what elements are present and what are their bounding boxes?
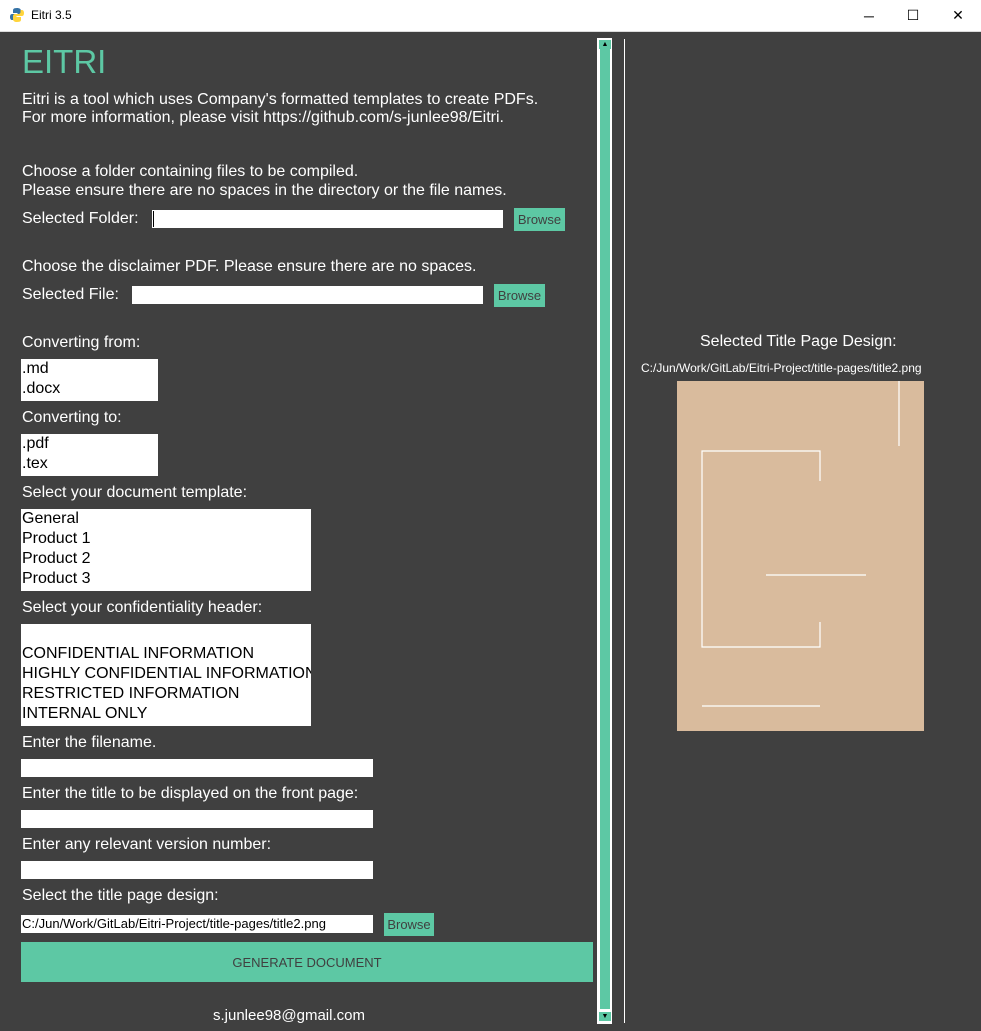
- selected-folder-field[interactable]: [152, 210, 503, 228]
- python-app-icon: [10, 8, 24, 22]
- preview-path: C:/Jun/Work/GitLab/Eitri-Project/title-p…: [641, 361, 922, 375]
- description-line-2: For more information, please visit https…: [22, 109, 504, 126]
- list-item[interactable]: HIGHLY CONFIDENTIAL INFORMATION: [21, 664, 311, 684]
- filename-label: Enter the filename.: [22, 734, 157, 751]
- browse-title-page-button[interactable]: Browse: [384, 913, 434, 936]
- list-item[interactable]: Product 3: [21, 569, 311, 589]
- list-item[interactable]: Product 1: [21, 529, 311, 549]
- list-item[interactable]: .pdf: [21, 434, 158, 454]
- scroll-up-arrow-icon[interactable]: ▲: [599, 40, 611, 49]
- list-item[interactable]: CONFIDENTIAL INFORMATION: [21, 644, 311, 664]
- browse-folder-button[interactable]: Browse: [514, 208, 565, 231]
- description-line-1: Eitri is a tool which uses Company's for…: [22, 91, 539, 108]
- selected-file-label: Selected File:: [22, 286, 119, 303]
- browse-file-button[interactable]: Browse: [494, 284, 545, 307]
- window-title: Eitri 3.5: [31, 8, 72, 22]
- version-label: Enter any relevant version number:: [22, 836, 272, 853]
- title-page-label: Select the title page design:: [22, 887, 219, 904]
- front-title-field[interactable]: [21, 810, 373, 828]
- list-item[interactable]: General: [21, 509, 311, 529]
- close-button[interactable]: ✕: [935, 0, 981, 31]
- list-item[interactable]: .tex: [21, 454, 158, 474]
- template-label: Select your document template:: [22, 484, 248, 501]
- filename-field[interactable]: [21, 759, 373, 777]
- generate-document-button[interactable]: GENERATE DOCUMENT: [21, 942, 593, 982]
- confidentiality-listbox[interactable]: CONFIDENTIAL INFORMATION HIGHLY CONFIDEN…: [21, 624, 311, 726]
- window-titlebar: Eitri 3.5 ─ ☐ ✕: [0, 0, 981, 32]
- scroll-down-arrow-icon[interactable]: ▼: [599, 1012, 611, 1021]
- title-page-preview-image: [677, 381, 924, 731]
- app-heading: EITRI: [22, 43, 107, 80]
- scrollbar-thumb[interactable]: [600, 49, 610, 1009]
- list-item[interactable]: Product 2: [21, 549, 311, 569]
- converting-to-listbox[interactable]: .pdf .tex: [21, 434, 158, 476]
- list-item[interactable]: RESTRICTED INFORMATION: [21, 684, 311, 704]
- folder-instruction-1: Choose a folder containing files to be c…: [22, 163, 359, 180]
- list-item[interactable]: INTERNAL ONLY: [21, 704, 311, 724]
- disclaimer-instruction: Choose the disclaimer PDF. Please ensure…: [22, 258, 477, 275]
- template-listbox[interactable]: General Product 1 Product 2 Product 3: [21, 509, 311, 591]
- preview-heading: Selected Title Page Design:: [700, 333, 897, 350]
- title-page-field[interactable]: C:/Jun/Work/GitLab/Eitri-Project/title-p…: [21, 915, 373, 933]
- version-field[interactable]: [21, 861, 373, 879]
- list-item[interactable]: .md: [21, 359, 158, 379]
- selected-file-field[interactable]: [132, 286, 483, 304]
- converting-from-listbox[interactable]: .md .docx: [21, 359, 158, 401]
- minimize-button[interactable]: ─: [846, 0, 892, 31]
- list-item[interactable]: [21, 624, 311, 644]
- converting-from-label: Converting from:: [22, 334, 141, 351]
- selected-folder-label: Selected Folder:: [22, 210, 139, 227]
- converting-to-label: Converting to:: [22, 409, 122, 426]
- folder-instruction-2: Please ensure there are no spaces in the…: [22, 182, 507, 199]
- maximize-button[interactable]: ☐: [890, 0, 936, 31]
- footer-email: s.junlee98@gmail.com: [213, 1007, 365, 1024]
- confidentiality-label: Select your confidentiality header:: [22, 599, 263, 616]
- text-cursor: [153, 211, 154, 227]
- front-title-label: Enter the title to be displayed on the f…: [22, 785, 359, 802]
- list-item[interactable]: .docx: [21, 379, 158, 399]
- panel-divider: [624, 39, 625, 1023]
